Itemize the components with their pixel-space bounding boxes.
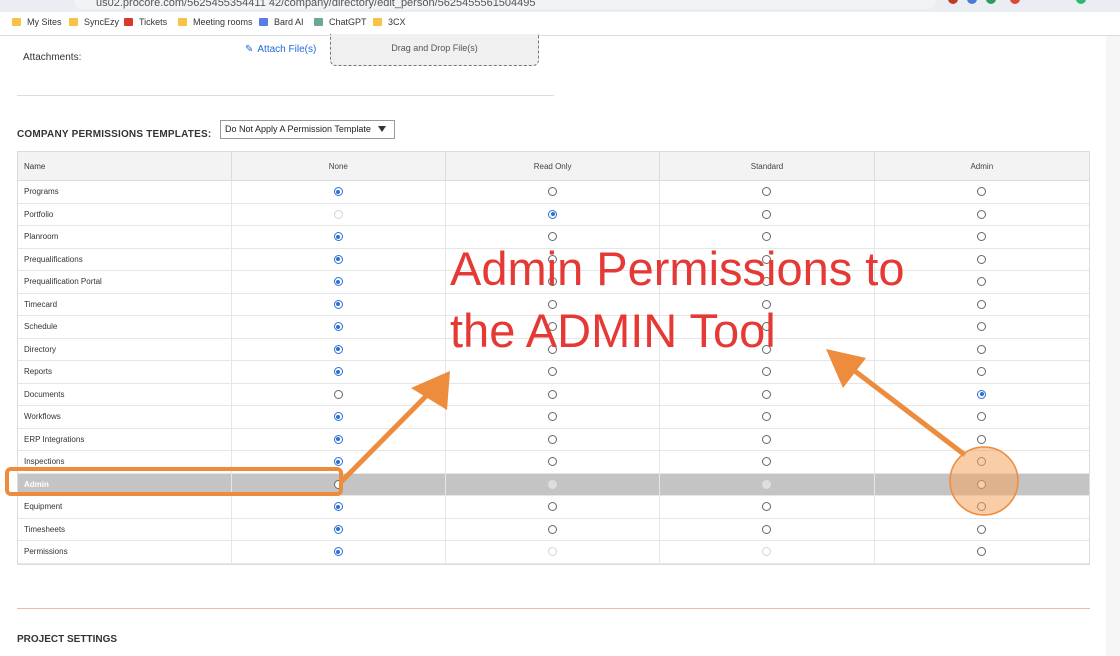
annotation-line-1: Admin Permissions to	[450, 242, 905, 295]
annotation-line-2: the ADMIN Tool	[450, 304, 776, 357]
annotation-arrow	[339, 382, 440, 484]
click-highlight-circle	[949, 446, 1019, 516]
scrollbar[interactable]	[1106, 36, 1120, 656]
annotation-arrow	[841, 360, 967, 457]
admin-row-highlight-box	[5, 467, 343, 496]
annotation-text: Admin Permissions to the ADMIN Tool	[450, 238, 990, 362]
